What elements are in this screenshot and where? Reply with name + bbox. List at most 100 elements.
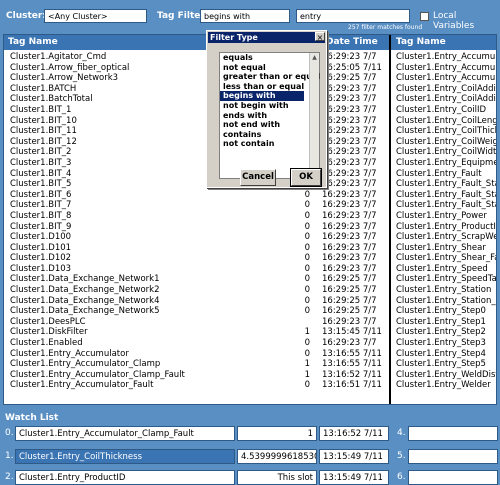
tag-name-cell-2: Cluster1.Entry_CoilID [396,104,487,115]
tag-name-cell-2: Cluster1.Entry_CoilWeight [396,136,496,147]
table-row[interactable]: Cluster1.BIT_7 0 16:29:23 7/7 Cluster1.Entr… [4,200,496,211]
column-header-tag-name-2[interactable]: Tag Name [392,35,496,50]
tag-name-cell-2: Cluster1.Entry_Step1 [396,316,486,327]
value-cell: 0 [304,232,310,243]
watch-tag-field[interactable]: Cluster1.Entry_Accumulator_Clamp_Fault [15,426,235,441]
tag-name-cell: Cluster1.DeesPLC [10,316,86,327]
cluster-select[interactable]: <Any Cluster> [44,9,147,23]
date-time-cell: 13:16:52 7/11 [322,369,382,380]
close-icon[interactable]: × [315,32,325,42]
watch-time-field: 13:15:49 7/11 [319,449,389,464]
filter-type-list[interactable]: equals not equal greater than or equal less… [219,52,320,179]
tag-name-cell: Cluster1.Entry_Accumulator_Fault [10,380,154,391]
filter-option[interactable]: less than or equal [220,82,304,92]
filter-option[interactable]: not begin with [220,101,304,111]
tag-name-cell-2: Cluster1.Entry_Welder [396,380,491,391]
tag-name-cell: Cluster1.BIT_8 [10,210,72,221]
date-time-cell: 16:29:23 7/7 [322,179,377,190]
tag-name-cell-2: Cluster1.Entry_Step2 [396,327,486,338]
watch-list-row[interactable]: 2. Cluster1.Entry_ProductID This slot 13:15… [0,470,500,485]
table-row[interactable]: Cluster1.Entry_Accumulator 0 13:16:55 7/11… [4,349,496,360]
tag-name-cell: Cluster1.Entry_Accumulator_Clamp [10,359,161,370]
tag-name-cell-2: Cluster1.Entry_Step3 [396,338,486,349]
filter-option[interactable]: contains [220,130,304,140]
table-row[interactable]: Cluster1.BIT_6 0 16:29:23 7/7 Cluster1.Entr… [4,190,496,201]
date-time-cell: 16:29:23 7/7 [322,104,377,115]
date-time-cell: 13:16:55 7/11 [322,348,382,359]
watch-value-field: This slot [237,470,317,485]
date-time-cell: 16:29:23 7/7 [322,168,377,179]
tag-name-cell: Cluster1.Entry_Accumulator [10,348,129,359]
value-cell: 0 [304,253,310,264]
column-header-date-time[interactable]: Date Time [322,35,390,50]
value-cell: 0 [304,189,310,200]
date-time-cell: 16:29:23 7/7 [322,338,377,349]
table-row[interactable]: Cluster1.Entry_Accumulator_Clamp_Fault 1 1… [4,370,496,381]
tag-name-cell-2: Cluster1.Entry_Shear_Fault [396,253,496,264]
watch-tag-field[interactable] [408,449,498,464]
watch-tag-field[interactable] [408,426,498,441]
ok-button[interactable]: OK [290,168,322,187]
table-row[interactable]: Cluster1.BIT_8 0 16:29:23 7/7 Cluster1.Entr… [4,211,496,222]
filter-option[interactable]: not end with [220,120,304,130]
table-row[interactable]: Cluster1.D101 0 16:29:23 7/7 Cluster1.Entry… [4,243,496,254]
value-cell: 0 [304,242,310,253]
filter-option[interactable]: equals [220,53,304,63]
table-row[interactable]: Cluster1.Data_Exchange_Network4 0 16:29:25… [4,296,496,307]
watch-tag-field[interactable] [408,470,498,485]
tag-name-cell-2: Cluster1.Entry_CoilLength [396,115,496,126]
tag-name-cell-2: Cluster1.Entry_ScrapWeight [396,232,496,243]
filter-option[interactable]: not contain [220,139,304,149]
cancel-button[interactable]: Cancel [240,169,276,186]
table-row[interactable]: Cluster1.D102 0 16:29:23 7/7 Cluster1.Entry… [4,253,496,264]
watch-tag-field[interactable]: Cluster1.Entry_CoilThickness [15,449,235,464]
date-time-cell: 16:29:25 7/7 [322,274,377,285]
watch-list-row[interactable]: 0. Cluster1.Entry_Accumulator_Clamp_Fault… [0,426,500,441]
watch-list-row[interactable]: 1. Cluster1.Entry_CoilThickness 4.53999996… [0,449,500,464]
tag-name-cell-2: Cluster1.Entry_Step4 [396,348,486,359]
date-time-cell: 16:29:23 7/7 [322,242,377,253]
tag-name-cell-2: Cluster1.Entry_Power [396,210,487,221]
table-row[interactable]: Cluster1.Data_Exchange_Network5 0 16:29:25… [4,306,496,317]
tag-name-cell-2: Cluster1.Entry_Accumulator [396,62,496,73]
date-time-cell: 16:29:25 7/7 [322,295,377,306]
table-row[interactable]: Cluster1.Entry_Accumulator_Fault 0 13:16:5… [4,380,496,391]
value-cell: 0 [304,263,310,274]
table-row[interactable]: Cluster1.Data_Exchange_Network2 0 16:29:25… [4,285,496,296]
date-time-cell: 16:29:23 7/7 [322,136,377,147]
filter-option[interactable]: greater than or equal [220,72,320,82]
filter-option[interactable]: ends with [220,111,304,121]
tag-name-cell-2: Cluster1.Entry_Station [396,285,492,296]
tag-name-cell-2: Cluster1.Entry_Fault_State2 [396,200,496,211]
date-time-cell: 16:29:23 7/7 [322,147,377,158]
tag-name-cell: Cluster1.D103 [10,263,72,274]
value-cell: 0 [304,200,310,211]
tag-name-cell: Cluster1.D100 [10,232,72,243]
table-row[interactable]: Cluster1.Data_Exchange_Network1 0 16:29:25… [4,274,496,285]
date-time-cell: 16:29:25 7/7 [322,285,377,296]
table-row[interactable]: Cluster1.Entry_Accumulator_Clamp 1 13:16:5… [4,359,496,370]
tag-name-cell-2: Cluster1.Entry_Speed [396,263,488,274]
watch-time-field: 13:16:52 7/11 [319,426,389,441]
cluster-label: Cluster: [6,11,46,21]
table-row[interactable]: Cluster1.DeesPLC 16:29:23 7/7 Cluster1.Ent… [4,317,496,328]
table-row[interactable]: Cluster1.BIT_9 0 16:29:23 7/7 Cluster1.Entr… [4,222,496,233]
local-variables-checkbox[interactable] [420,12,429,21]
filter-option[interactable]: begins with [220,91,304,101]
watch-slot-number: 0. [5,428,14,438]
tag-name-cell-2: Cluster1.Entry_Step5 [396,359,486,370]
watch-tag-field[interactable]: Cluster1.Entry_ProductID [15,470,235,485]
filter-option[interactable]: not equal [220,63,304,73]
tag-name-cell-2: Cluster1.Entry_WeldDistance [396,369,496,380]
table-row[interactable]: Cluster1.D103 0 16:29:23 7/7 Cluster1.Entry… [4,264,496,275]
tag-name-cell: Cluster1.Data_Exchange_Network1 [10,274,160,285]
scroll-up-icon[interactable]: ▲ [310,53,319,62]
table-row[interactable]: Cluster1.Enabled 0 16:29:23 7/7 Cluster1.En… [4,338,496,349]
filter-text-input[interactable]: entry [296,9,410,23]
date-time-cell: 13:16:55 7/11 [322,359,382,370]
table-row[interactable]: Cluster1.DiskFilter 1 13:15:45 7/11 Cluster… [4,327,496,338]
filter-type-field[interactable]: begins with [200,9,290,23]
scrollbar[interactable]: ▲ ▼ [309,53,319,178]
date-time-cell: 16:29:23 7/7 [322,157,377,168]
table-row[interactable]: Cluster1.D100 0 16:29:23 7/7 Cluster1.Entry… [4,232,496,243]
